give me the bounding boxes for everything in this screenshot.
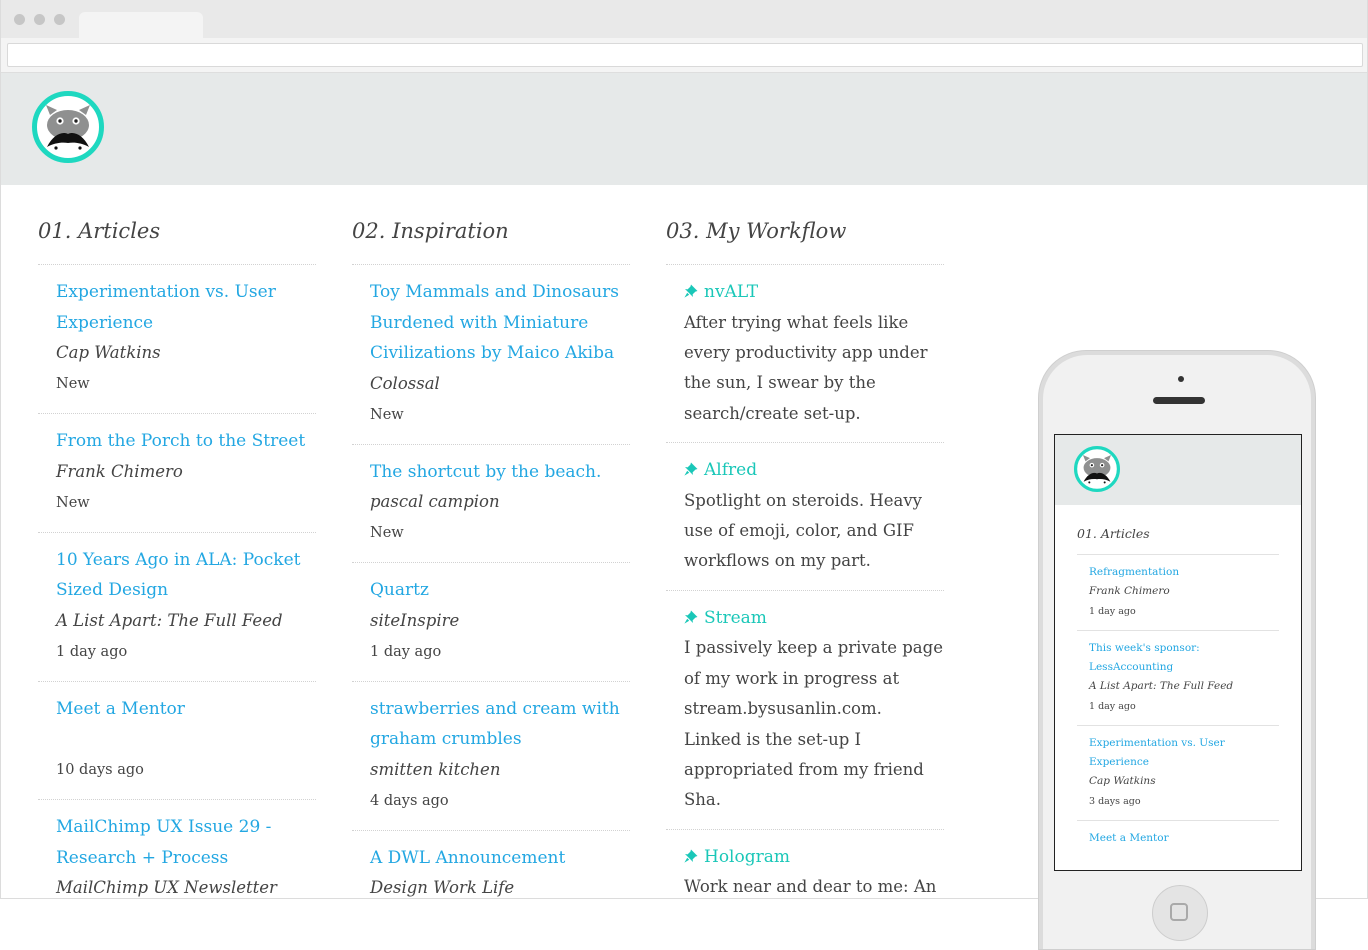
list-item: Meet a Mentor 10 days ago [38, 682, 316, 800]
home-square-icon [1170, 903, 1188, 921]
column-title: 01. Articles [38, 212, 316, 265]
item-meta: 1 day ago [370, 643, 442, 660]
phone-speaker [1153, 397, 1205, 404]
address-bar[interactable] [7, 43, 1363, 67]
item-title-link[interactable]: Meet a Mentor [56, 694, 316, 725]
mobile-item-title-link[interactable]: This week's sponsor: LessAccounting [1089, 639, 1279, 677]
item-source: A List Apart: The Full Feed [56, 610, 283, 630]
workflow-title-link[interactable]: Stream [684, 603, 944, 634]
pushpin-icon [684, 462, 698, 476]
workflow-description: Work near and dear to me: An open source… [684, 877, 937, 897]
mobile-item-title-link[interactable]: Meet a Mentor [1089, 829, 1279, 848]
workflow-item: Hologram Work near and dear to me: An op… [666, 830, 944, 898]
workflow-title-link[interactable]: Hologram [684, 842, 944, 873]
mobile-list-item: Refragmentation Frank Chimero 1 day ago [1077, 555, 1279, 631]
item-meta: New [56, 376, 90, 392]
item-title-link[interactable]: strawberries and cream with graham crumb… [370, 694, 630, 755]
mobile-item-meta: 1 day ago [1089, 701, 1136, 712]
mobile-list-item: This week's sponsor: LessAccounting A Li… [1077, 631, 1279, 726]
item-meta: New [370, 406, 404, 423]
mobile-item-title-link[interactable]: Refragmentation [1089, 563, 1279, 582]
pushpin-icon [684, 610, 698, 624]
site-header [1, 73, 1367, 185]
item-source: Design Work Life [370, 878, 515, 897]
item-title-link[interactable]: Experimentation vs. User Experience [56, 277, 316, 338]
item-meta: New [56, 494, 90, 511]
inspiration-column: 02. Inspiration Toy Mammals and Dinosaur… [352, 212, 630, 899]
item-title-link[interactable]: From the Porch to the Street [56, 426, 316, 457]
list-item: From the Porch to the Street Frank Chime… [38, 414, 316, 533]
workflow-item: Alfred Spotlight on steroids. Heavy use … [666, 443, 944, 591]
hippo-mascot-logo-icon[interactable] [1074, 446, 1120, 492]
articles-column: 01. Articles Experimentation vs. User Ex… [38, 212, 316, 898]
mobile-item-meta: 1 day ago [1089, 606, 1136, 617]
mobile-list-item: Meet a Mentor [1077, 821, 1279, 856]
item-title-link[interactable]: A DWL Announcement [370, 843, 630, 874]
item-meta: New [370, 525, 404, 541]
browser-titlebar [1, 0, 1367, 38]
workflow-title: Alfred [704, 460, 758, 481]
mobile-column-title: 01. Articles [1077, 505, 1279, 555]
mobile-header [1055, 435, 1301, 505]
workflow-item: Stream I passively keep a private page o… [666, 591, 944, 830]
mobile-list-item: Experimentation vs. User Experience Cap … [1077, 726, 1279, 821]
mobile-item-source: Frank Chimero [1089, 585, 1170, 597]
item-title-link[interactable]: 10 Years Ago in ALA: Pocket Sized Design [56, 545, 316, 606]
list-item: MailChimp UX Issue 29 - Research + Proce… [38, 800, 316, 898]
workflow-title-link[interactable]: Alfred [684, 455, 944, 486]
window-minimize-button[interactable] [34, 14, 45, 25]
item-source [56, 724, 316, 754]
phone-body: 01. Articles Refragmentation Frank Chime… [1043, 355, 1311, 949]
list-item: Quartz siteInspire 1 day ago [352, 563, 630, 682]
mobile-articles-column: 01. Articles Refragmentation Frank Chime… [1055, 505, 1301, 856]
phone-mockup: 01. Articles Refragmentation Frank Chime… [1038, 350, 1316, 950]
pushpin-icon [684, 284, 698, 298]
item-source: smitten kitchen [370, 759, 501, 779]
item-source: Cap Watkins [56, 343, 161, 362]
item-meta: 10 days ago [56, 762, 144, 778]
column-title: 02. Inspiration [352, 212, 630, 265]
list-item: The shortcut by the beach. pascal campio… [352, 445, 630, 563]
home-button-icon[interactable] [1152, 885, 1208, 941]
list-item: A DWL Announcement Design Work Life [352, 831, 630, 899]
item-title-link[interactable]: Quartz [370, 575, 630, 606]
phone-camera [1178, 376, 1184, 382]
item-source: Colossal [370, 373, 440, 393]
mobile-item-meta: 3 days ago [1089, 796, 1141, 807]
workflow-description: After trying what feels like every produ… [684, 312, 928, 423]
workflow-description: I passively keep a private page of my wo… [684, 638, 943, 810]
item-title-link[interactable]: The shortcut by the beach. [370, 457, 630, 488]
workflow-item: nvALT After trying what feels like every… [666, 265, 944, 444]
item-meta: 4 days ago [370, 792, 449, 809]
column-title: 03. My Workflow [666, 212, 944, 265]
mobile-item-title-link[interactable]: Experimentation vs. User Experience [1089, 734, 1279, 772]
item-meta: 1 day ago [56, 643, 128, 660]
phone-screen: 01. Articles Refragmentation Frank Chime… [1054, 434, 1302, 871]
browser-toolbar [1, 38, 1367, 73]
item-title-link[interactable]: MailChimp UX Issue 29 - Research + Proce… [56, 812, 316, 873]
workflow-title-link[interactable]: nvALT [684, 277, 944, 308]
workflow-title: Hologram [704, 846, 790, 867]
item-source: pascal campion [370, 492, 500, 511]
item-source: Frank Chimero [56, 461, 183, 481]
list-item: Toy Mammals and Dinosaurs Burdened with … [352, 265, 630, 445]
window-maximize-button[interactable] [54, 14, 65, 25]
browser-tab[interactable] [79, 12, 203, 38]
item-title-link[interactable]: Toy Mammals and Dinosaurs Burdened with … [370, 277, 630, 369]
pushpin-icon [684, 849, 698, 863]
item-source: MailChimp UX Newsletter [56, 878, 277, 897]
window-close-button[interactable] [14, 14, 25, 25]
item-source: siteInspire [370, 610, 460, 630]
workflow-description: Spotlight on steroids. Heavy use of emoj… [684, 490, 922, 571]
list-item: 10 Years Ago in ALA: Pocket Sized Design… [38, 533, 316, 682]
list-item: strawberries and cream with graham crumb… [352, 682, 630, 831]
list-item: Experimentation vs. User Experience Cap … [38, 265, 316, 414]
workflow-title: nvALT [704, 282, 759, 302]
workflow-column: 03. My Workflow nvALT After trying what … [666, 212, 944, 898]
hippo-mascot-logo-icon[interactable] [32, 91, 104, 163]
mobile-item-source: Cap Watkins [1089, 775, 1156, 787]
mobile-item-source: A List Apart: The Full Feed [1089, 680, 1234, 692]
workflow-title: Stream [704, 607, 767, 628]
